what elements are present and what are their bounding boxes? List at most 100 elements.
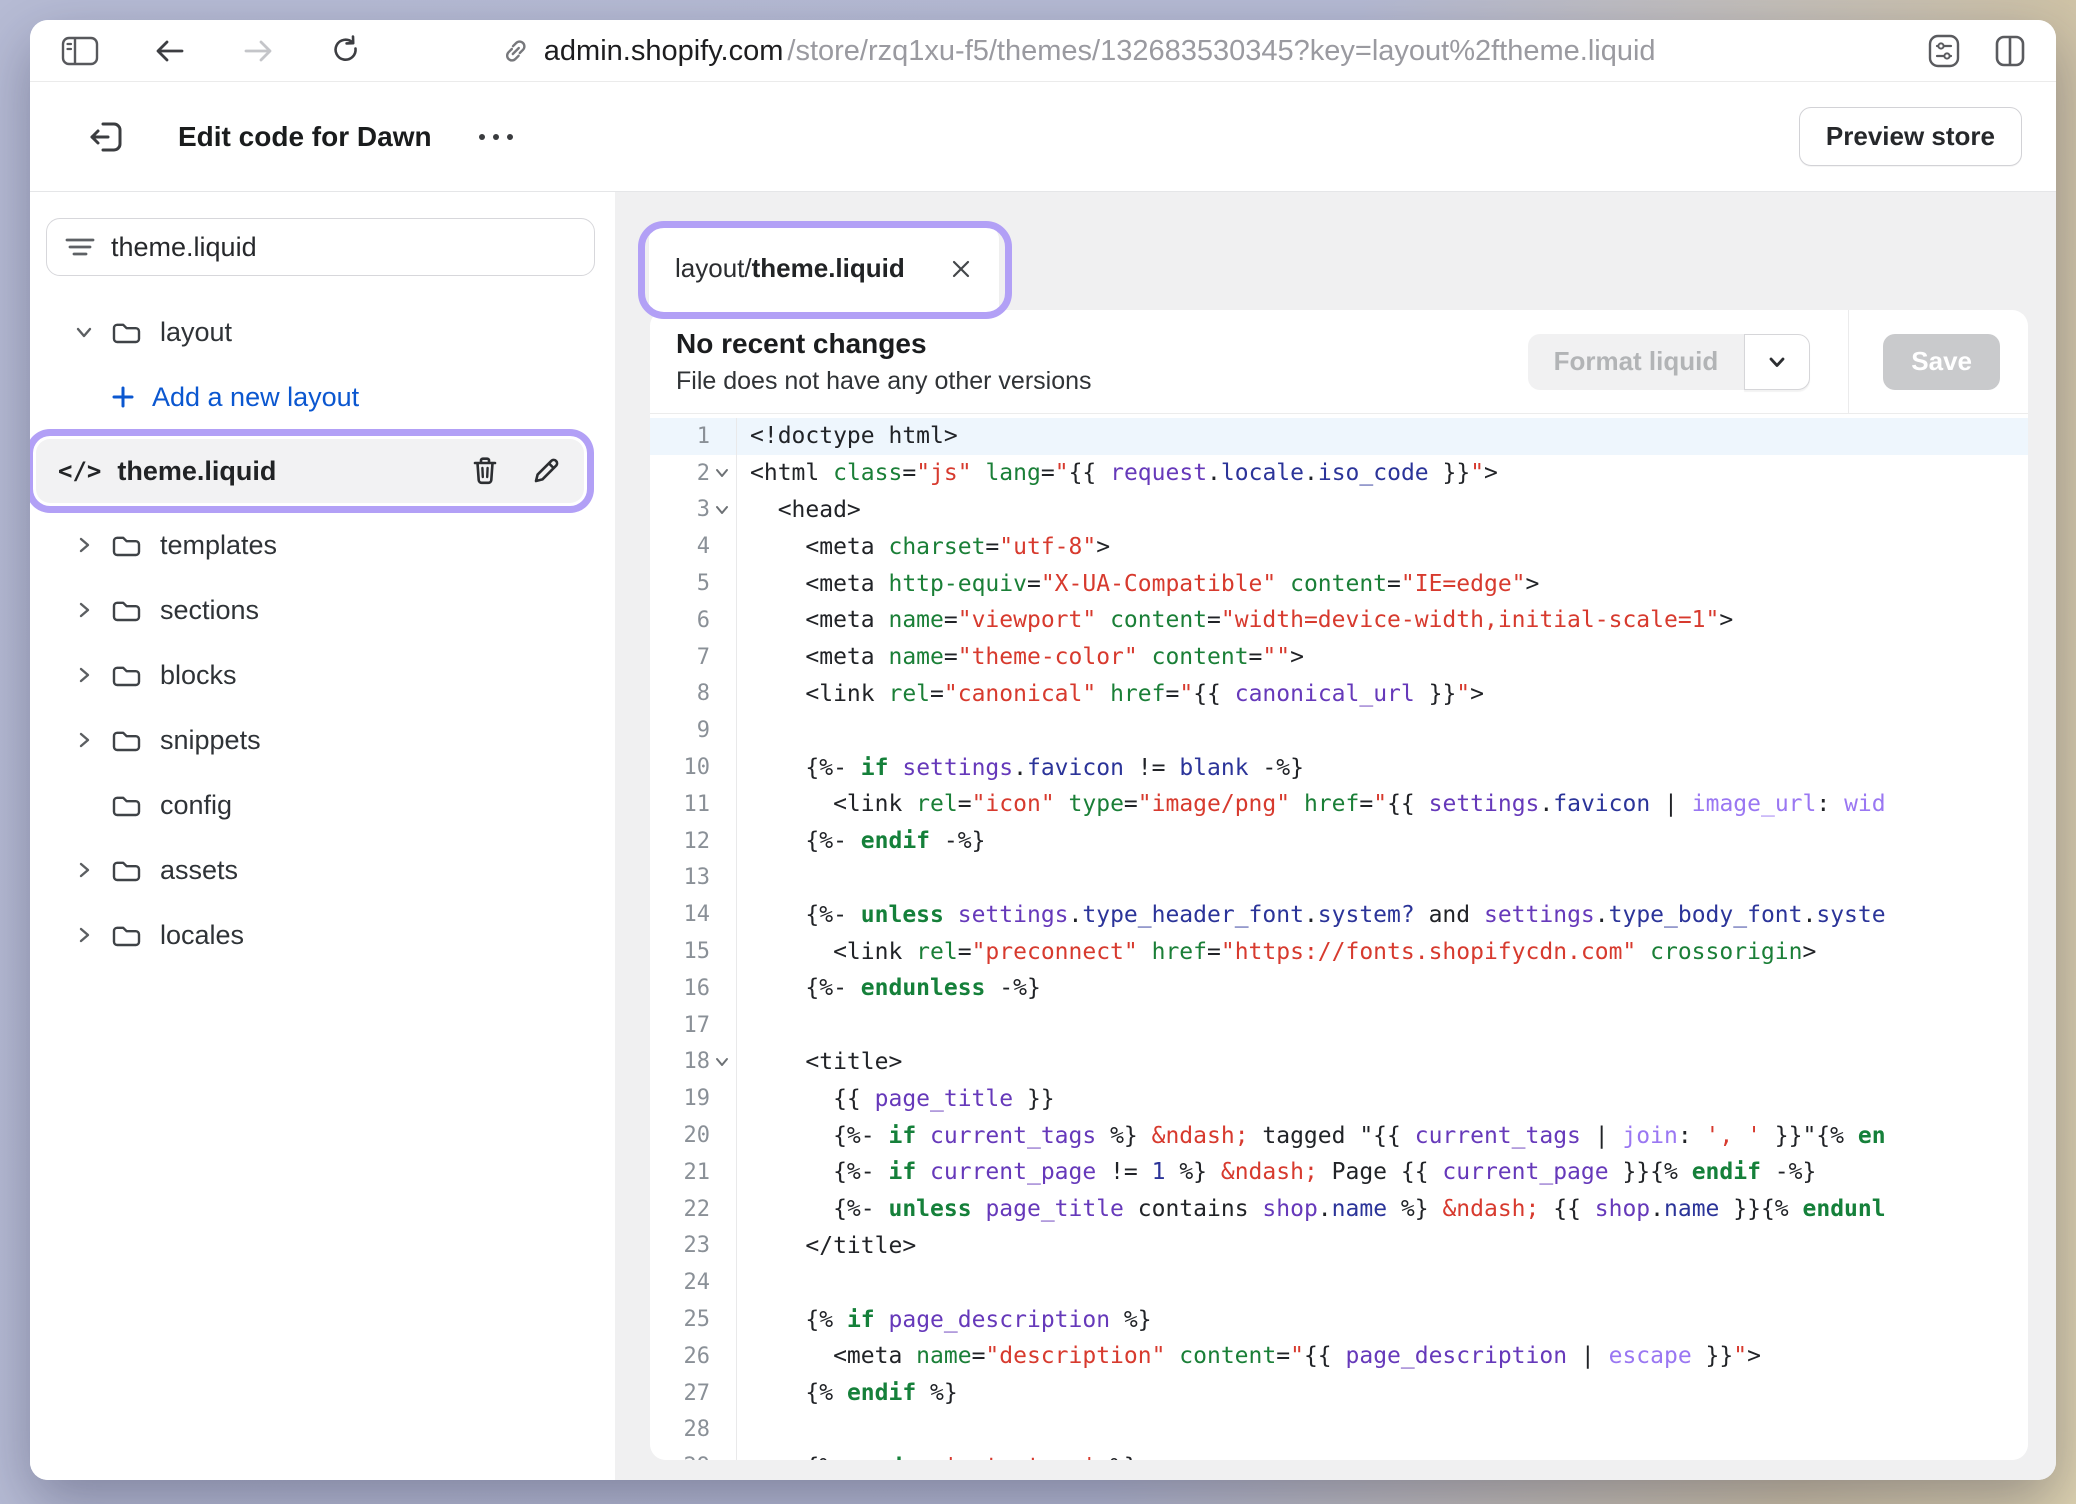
code-text[interactable]: <meta http-equiv="X-UA-Compatible" conte… — [737, 571, 2028, 597]
line-number-gutter: 19 — [650, 1080, 737, 1117]
code-line[interactable]: 14 {%- unless settings.type_header_font.… — [650, 896, 2028, 933]
code-line[interactable]: 2<html class="js" lang="{{ request.local… — [650, 455, 2028, 492]
code-line[interactable]: 3 <head> — [650, 492, 2028, 529]
code-line[interactable]: 5 <meta http-equiv="X-UA-Compatible" con… — [650, 565, 2028, 602]
code-text[interactable]: <!doctype html> — [737, 423, 2028, 449]
code-line[interactable]: 16 {%- endunless -%} — [650, 970, 2028, 1007]
code-text[interactable]: {{ page_title }} — [737, 1086, 2028, 1112]
code-text[interactable]: <link rel="preconnect" href="https://fon… — [737, 939, 2028, 965]
sidebar-item-blocks[interactable]: blocks — [30, 643, 615, 707]
code-text[interactable]: <head> — [737, 497, 2028, 523]
code-text[interactable]: {%- if current_page != 1 %} &ndash; Page… — [737, 1159, 2028, 1185]
code-line[interactable]: 20 {%- if current_tags %} &ndash; tagged… — [650, 1117, 2028, 1154]
sidebar-item-snippets[interactable]: snippets — [30, 708, 615, 772]
chevron-right-icon[interactable] — [70, 922, 98, 948]
sidebar-item-layout[interactable]: layout — [30, 300, 615, 364]
code-line[interactable]: 13 — [650, 860, 2028, 897]
code-text[interactable]: {% render 'meta-tags' %} — [737, 1454, 2028, 1460]
tab-layout-theme-liquid[interactable]: layout/theme.liquid — [648, 225, 1000, 311]
fold-toggle-icon[interactable] — [710, 464, 734, 482]
code-text[interactable]: {%- if current_tags %} &ndash; tagged "{… — [737, 1123, 2028, 1149]
code-text[interactable]: {% endif %} — [737, 1380, 2028, 1406]
back-icon[interactable] — [152, 36, 188, 66]
page-settings-icon[interactable] — [1924, 31, 1964, 71]
code-line[interactable]: 21 {%- if current_page != 1 %} &ndash; P… — [650, 1154, 2028, 1191]
chevron-right-icon[interactable] — [70, 727, 98, 753]
code-line[interactable]: 28 — [650, 1412, 2028, 1449]
code-line[interactable]: 4 <meta charset="utf-8"> — [650, 528, 2028, 565]
code-line[interactable]: 1<!doctype html> — [650, 418, 2028, 455]
sidebar-item-assets[interactable]: assets — [30, 838, 615, 902]
code-line[interactable]: 24 — [650, 1264, 2028, 1301]
code-text[interactable]: <title> — [737, 1049, 2028, 1075]
chevron-right-icon[interactable] — [70, 857, 98, 883]
code-line[interactable]: 25 {% if page_description %} — [650, 1301, 2028, 1338]
folder-icon — [110, 531, 142, 559]
code-text[interactable]: {%- endif -%} — [737, 828, 2028, 854]
link-icon — [500, 35, 532, 67]
code-text[interactable]: <link rel="canonical" href="{{ canonical… — [737, 681, 2028, 707]
more-actions-icon[interactable] — [474, 131, 518, 143]
code-text[interactable]: <html class="js" lang="{{ request.locale… — [737, 460, 2028, 486]
chevron-right-icon[interactable] — [70, 597, 98, 623]
forward-icon[interactable] — [240, 36, 276, 66]
code-line[interactable]: 10 {%- if settings.favicon != blank -%} — [650, 749, 2028, 786]
format-liquid-button[interactable]: Format liquid — [1528, 334, 1811, 390]
code-text[interactable]: <meta name="viewport" content="width=dev… — [737, 607, 2028, 633]
code-text[interactable]: <meta name="description" content="{{ pag… — [737, 1343, 2028, 1369]
exit-editor-icon[interactable] — [86, 118, 126, 156]
code-text[interactable]: <link rel="icon" type="image/png" href="… — [737, 791, 2028, 817]
sidebar-item-sections[interactable]: sections — [30, 578, 615, 642]
sidebar-toggle-icon[interactable] — [60, 34, 100, 68]
code-editor[interactable]: 1<!doctype html>2<html class="js" lang="… — [650, 414, 2028, 1460]
code-text[interactable]: {%- unless page_title contains shop.name… — [737, 1196, 2028, 1222]
file-search-input[interactable] — [111, 232, 576, 263]
code-line[interactable]: 9 — [650, 712, 2028, 749]
code-text[interactable]: {%- if settings.favicon != blank -%} — [737, 755, 2028, 781]
close-tab-icon[interactable] — [949, 257, 973, 281]
delete-file-icon[interactable] — [470, 455, 500, 487]
code-line[interactable]: 23 </title> — [650, 1228, 2028, 1265]
split-view-icon[interactable] — [1990, 31, 2030, 71]
chevron-right-icon[interactable] — [70, 662, 98, 688]
browser-chrome: admin.shopify.com/store/rzq1xu-f5/themes… — [30, 20, 2056, 82]
address-bar[interactable]: admin.shopify.com/store/rzq1xu-f5/themes… — [500, 20, 1656, 82]
add-new-layout-button[interactable]: Add a new layout — [30, 365, 615, 429]
file-search[interactable] — [46, 218, 595, 276]
code-line[interactable]: 18 <title> — [650, 1044, 2028, 1081]
code-text[interactable]: <meta charset="utf-8"> — [737, 534, 2028, 560]
save-button[interactable]: Save — [1883, 334, 2000, 390]
chevron-right-icon[interactable] — [70, 532, 98, 558]
code-line[interactable]: 8 <link rel="canonical" href="{{ canonic… — [650, 676, 2028, 713]
code-line[interactable]: 29 {% render 'meta-tags' %} — [650, 1448, 2028, 1460]
code-line[interactable]: 12 {%- endif -%} — [650, 823, 2028, 860]
sidebar-item-label: sections — [160, 595, 259, 626]
page-title: Edit code for Dawn — [178, 121, 432, 153]
code-text[interactable]: <meta name="theme-color" content=""> — [737, 644, 2028, 670]
reload-icon[interactable] — [328, 33, 364, 69]
sidebar-item-templates[interactable]: templates — [30, 513, 615, 577]
code-text[interactable]: {% if page_description %} — [737, 1307, 2028, 1333]
code-text[interactable]: {%- unless settings.type_header_font.sys… — [737, 902, 2028, 928]
code-line[interactable]: 6 <meta name="viewport" content="width=d… — [650, 602, 2028, 639]
code-text[interactable]: {%- endunless -%} — [737, 975, 2028, 1001]
code-line[interactable]: 26 <meta name="description" content="{{ … — [650, 1338, 2028, 1375]
sidebar-item-config[interactable]: config — [30, 773, 615, 837]
fold-toggle-icon[interactable] — [710, 501, 734, 519]
code-line[interactable]: 22 {%- unless page_title contains shop.n… — [650, 1191, 2028, 1228]
sidebar-item-theme-liquid-selected[interactable]: </> theme.liquid — [36, 439, 584, 503]
code-text[interactable]: </title> — [737, 1233, 2028, 1259]
chevron-down-icon[interactable] — [70, 319, 98, 345]
code-line[interactable]: 27 {% endif %} — [650, 1375, 2028, 1412]
code-line[interactable]: 7 <meta name="theme-color" content=""> — [650, 639, 2028, 676]
url-host: admin.shopify.com — [544, 35, 784, 68]
code-line[interactable]: 19 {{ page_title }} — [650, 1080, 2028, 1117]
code-line[interactable]: 17 — [650, 1007, 2028, 1044]
preview-store-button[interactable]: Preview store — [1799, 107, 2022, 166]
code-line[interactable]: 11 <link rel="icon" type="image/png" hre… — [650, 786, 2028, 823]
format-options-caret[interactable] — [1744, 334, 1810, 390]
rename-file-icon[interactable] — [530, 455, 562, 487]
sidebar-item-locales[interactable]: locales — [30, 903, 615, 967]
code-line[interactable]: 15 <link rel="preconnect" href="https://… — [650, 933, 2028, 970]
fold-toggle-icon[interactable] — [710, 1053, 734, 1071]
